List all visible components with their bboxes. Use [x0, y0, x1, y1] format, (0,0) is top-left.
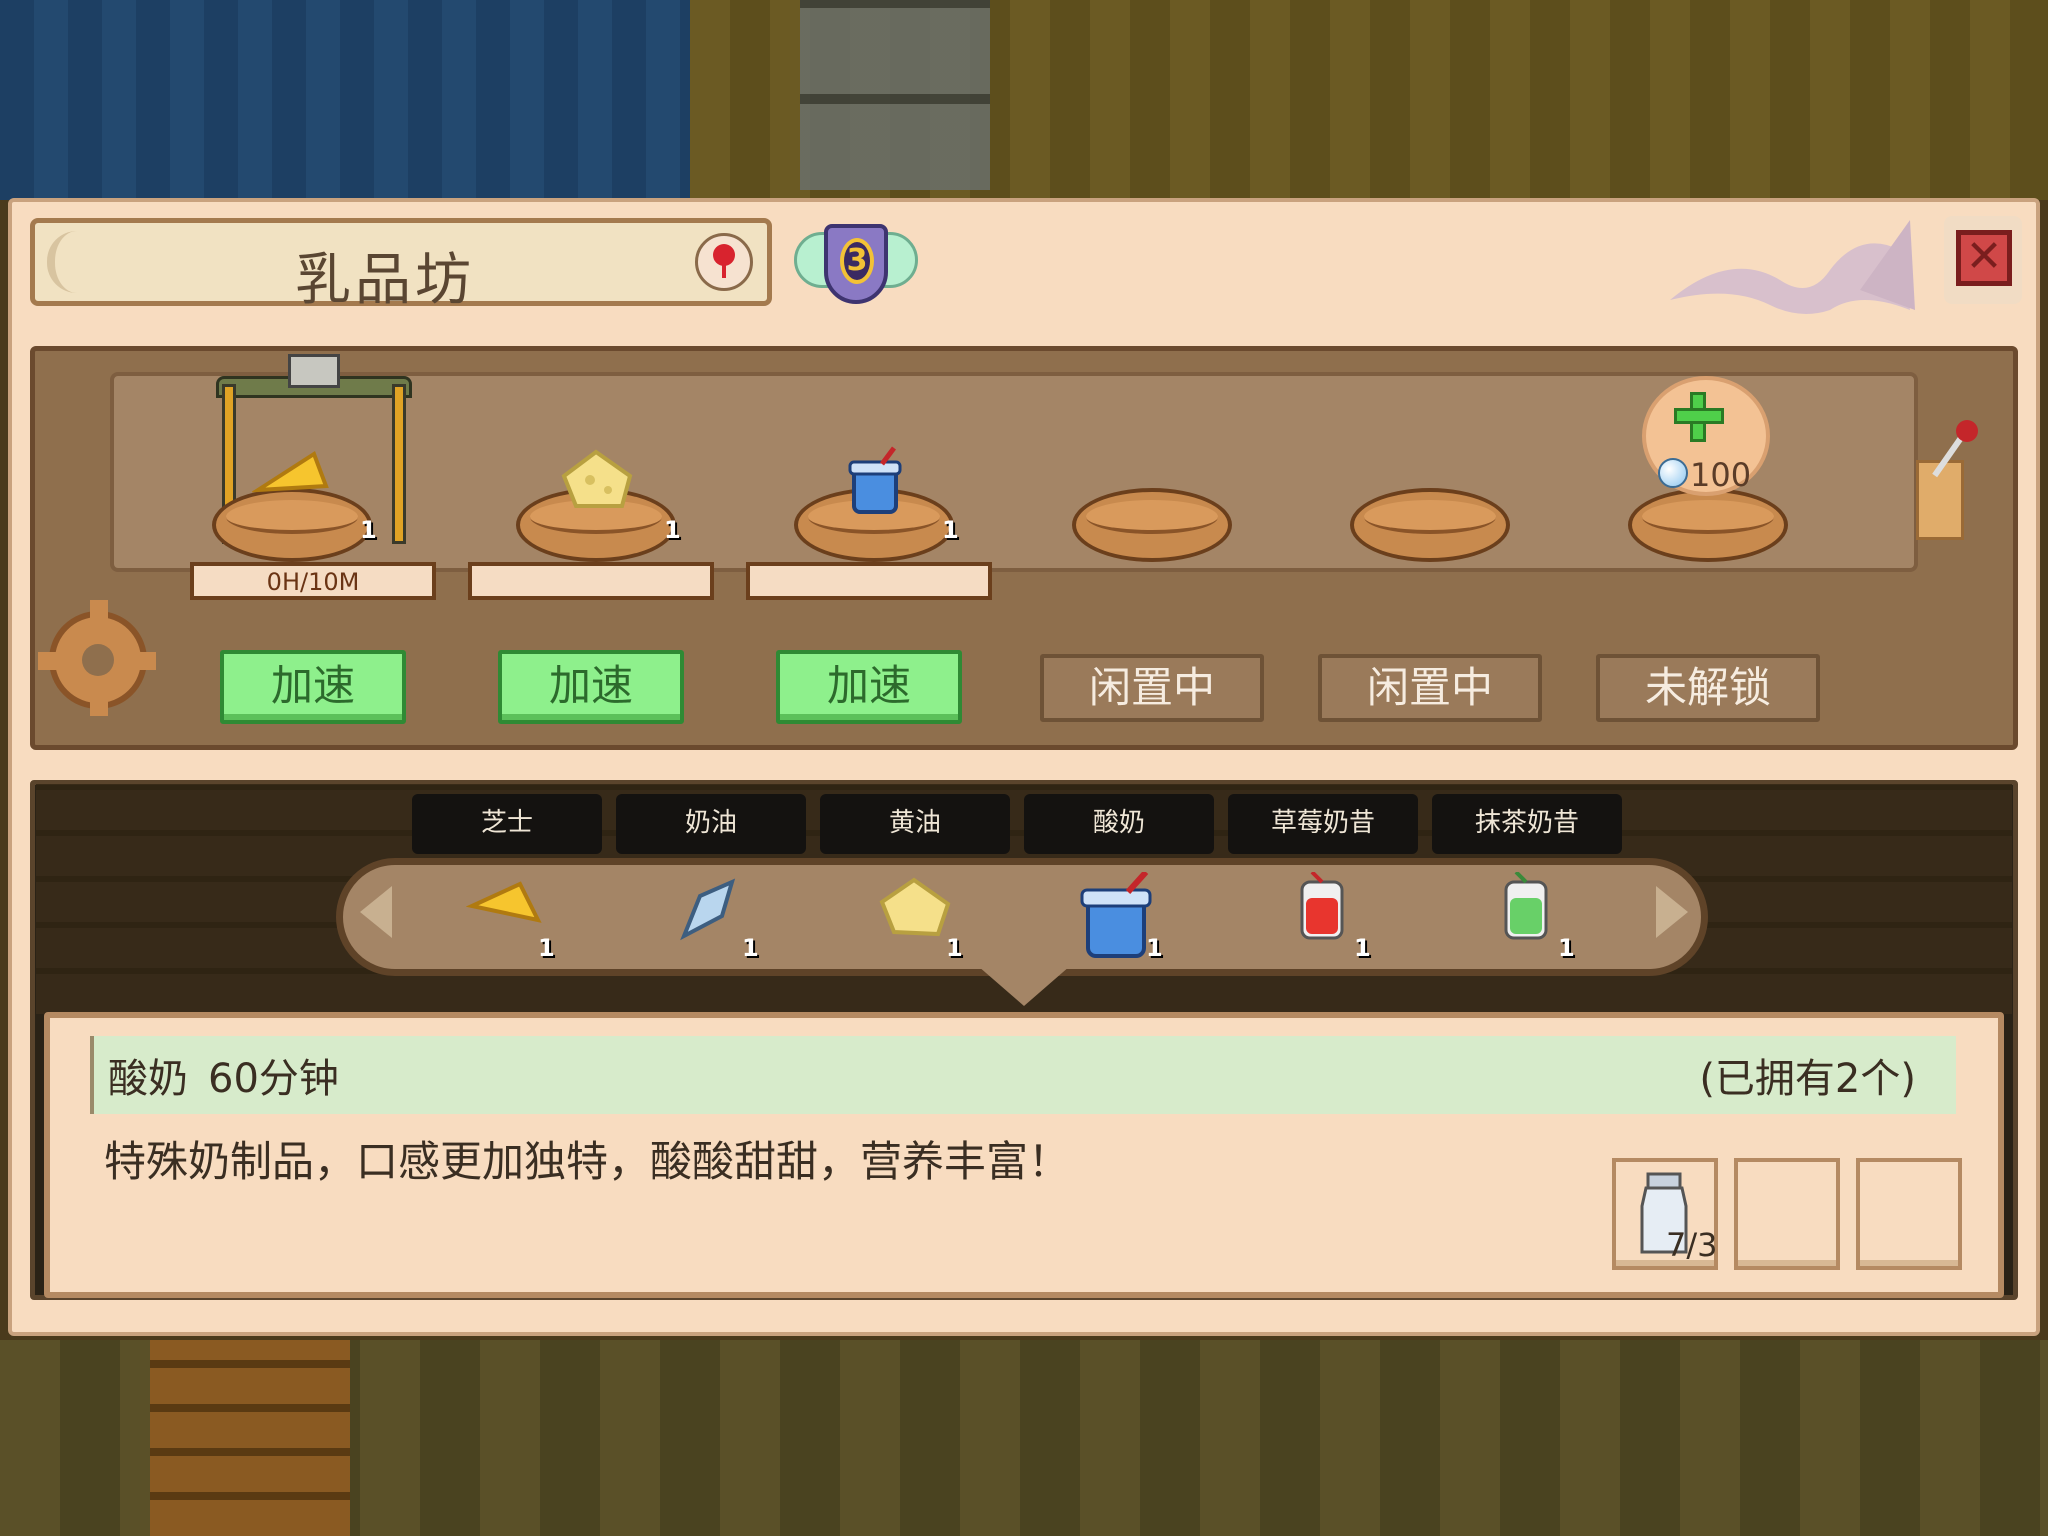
diamond-icon — [1658, 458, 1688, 488]
owned-count: (已拥有2个) — [1699, 1056, 1916, 1102]
production-slot-2[interactable]: 1 — [516, 449, 681, 562]
production-slot-6-locked[interactable]: 100 — [1628, 376, 1788, 562]
butter-icon — [879, 877, 951, 937]
production-progress-1: 0H/10M — [190, 562, 436, 600]
recipe-butter[interactable]: 1 — [874, 872, 964, 962]
alert-icon[interactable] — [695, 233, 753, 291]
cream-icon — [680, 878, 736, 941]
title-bracket-decoration — [47, 231, 77, 293]
level-badge[interactable]: 3 — [794, 218, 918, 310]
strawberry-shake-icon — [1300, 870, 1344, 940]
arrow-right-icon[interactable] — [1656, 886, 1688, 938]
stone-path — [800, 0, 990, 190]
slot-item-count: 1 — [360, 516, 377, 544]
ingredient-slot-2[interactable] — [1734, 1158, 1840, 1270]
lever-handle[interactable] — [1916, 420, 1986, 540]
recipe-detail-header — [90, 1036, 1956, 1114]
slot-item-count: 1 — [942, 516, 959, 544]
ingredient-slot-3[interactable] — [1856, 1158, 1962, 1270]
production-progress-3 — [746, 562, 992, 600]
plate-icon — [1350, 488, 1510, 562]
speedup-button-2[interactable]: 加速 — [498, 650, 684, 724]
close-button[interactable]: ✕ — [1944, 216, 2022, 304]
production-slot-1[interactable]: 1 — [212, 450, 377, 562]
recipe-name: 酸奶 — [108, 1056, 188, 1102]
recipe-count: 1 — [946, 934, 963, 962]
matcha-shake-icon — [1504, 870, 1548, 940]
level-number: 3 — [840, 238, 874, 284]
workshop-title: 乳品坊 — [295, 248, 475, 313]
selection-pointer — [978, 966, 1070, 1006]
recipe-count: 1 — [1354, 934, 1371, 962]
tab-cream[interactable]: 奶油 — [616, 794, 806, 854]
plate-icon — [1072, 488, 1232, 562]
tab-butter[interactable]: 黄油 — [820, 794, 1010, 854]
yogurt-icon — [848, 446, 902, 514]
recipe-count: 1 — [742, 934, 759, 962]
recipe-description: 特殊奶制品，口感更加独特，酸酸甜甜，营养丰富！ — [104, 1137, 1071, 1186]
recipe-count: 1 — [1146, 934, 1163, 962]
recipe-cheese[interactable]: 1 — [465, 872, 556, 962]
recipe-strawberry-shake[interactable]: 1 — [1282, 870, 1372, 962]
tab-cheese[interactable]: 芝士 — [412, 794, 602, 854]
tab-yogurt[interactable]: 酸奶 — [1024, 794, 1214, 854]
cheese-icon — [252, 450, 329, 493]
cheese-icon — [465, 881, 542, 923]
slot-item-count: 1 — [664, 516, 681, 544]
tab-strawberry-shake[interactable]: 草莓奶昔 — [1228, 794, 1418, 854]
recipe-yogurt-selected[interactable]: 1 — [1074, 869, 1164, 962]
idle-status-5: 闲置中 — [1318, 654, 1542, 722]
speedup-button-3[interactable]: 加速 — [776, 650, 962, 724]
recipe-cream[interactable]: 1 — [670, 872, 760, 962]
recipe-count: 1 — [1558, 934, 1575, 962]
water-area — [0, 0, 690, 200]
close-icon: ✕ — [1956, 230, 2012, 286]
production-progress-2 — [468, 562, 714, 600]
butter-icon — [561, 449, 633, 508]
gear-icon — [38, 600, 156, 716]
wooden-crates — [150, 1340, 350, 1536]
recipe-count: 1 — [538, 934, 555, 962]
idle-status-4: 闲置中 — [1040, 654, 1264, 722]
production-slot-5[interactable] — [1350, 470, 1510, 562]
ingredient-count: 7/3 — [1666, 1226, 1718, 1264]
production-slot-3[interactable]: 1 — [794, 446, 959, 562]
progress-time: 0H/10M — [266, 568, 360, 596]
arrow-left-icon[interactable] — [360, 886, 392, 938]
unlock-cost: 100 — [1690, 456, 1752, 494]
recipe-time: 60分钟 — [208, 1056, 339, 1102]
plate-icon — [1628, 488, 1788, 562]
title-bar: 乳品坊 — [30, 218, 772, 313]
production-slot-4[interactable] — [1072, 470, 1232, 562]
recipe-matcha-shake[interactable]: 1 — [1486, 870, 1576, 962]
tab-matcha-shake[interactable]: 抹茶奶昔 — [1432, 794, 1622, 854]
speedup-button-1[interactable]: 加速 — [220, 650, 406, 724]
swirl-decoration — [1670, 220, 1915, 314]
locked-status-6: 未解锁 — [1596, 654, 1820, 722]
